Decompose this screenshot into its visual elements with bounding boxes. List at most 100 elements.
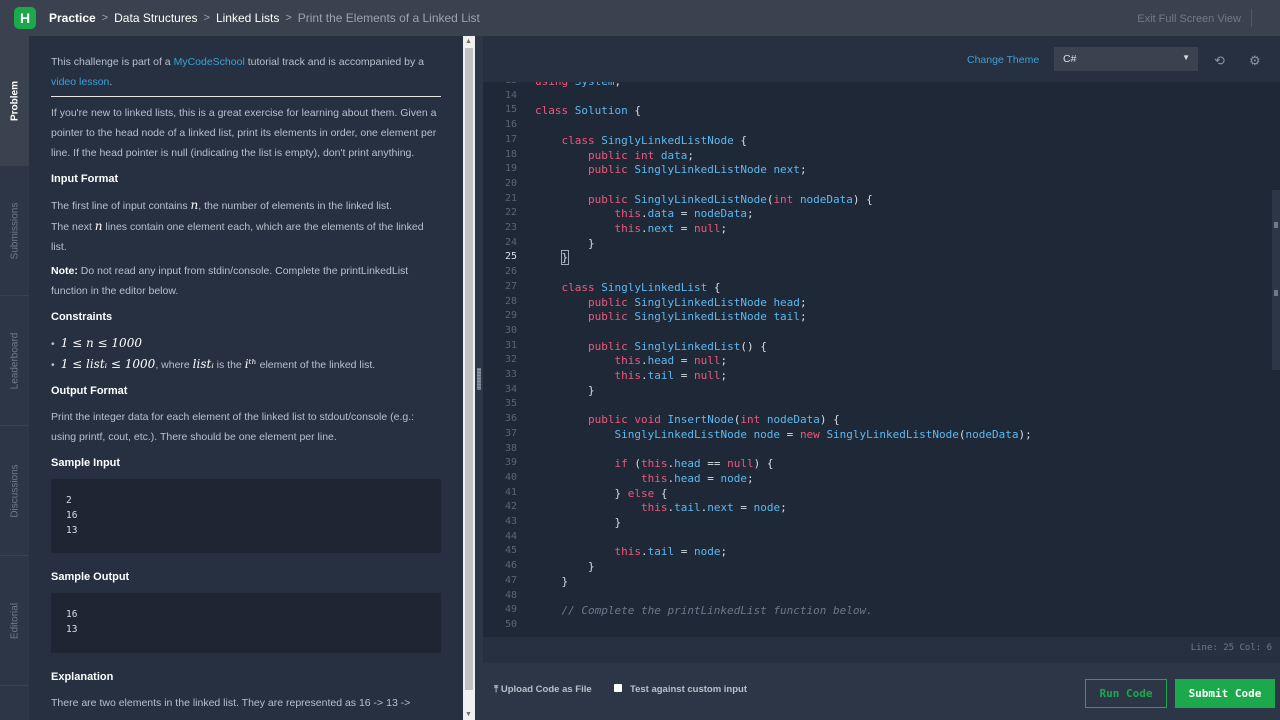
code-line[interactable]: 27 class SinglyLinkedList {	[483, 281, 1280, 296]
code-text: }	[535, 574, 569, 588]
code-line[interactable]: 41 } else {	[483, 487, 1280, 502]
code-line[interactable]: 45 this.tail = node;	[483, 545, 1280, 560]
code-line[interactable]: 42 this.tail.next = node;	[483, 501, 1280, 516]
intro-text: tutorial track and is accompanied by a	[244, 56, 424, 68]
line-number: 49	[504, 604, 517, 616]
line-number: 48	[504, 589, 517, 601]
run-code-button[interactable]: Run Code	[1085, 679, 1167, 708]
code-text: public int data;	[587, 148, 694, 162]
code-text: } else {	[535, 486, 668, 500]
scroll-down-arrow-icon[interactable]: ▼	[465, 711, 472, 718]
tab-submissions[interactable]: Submissions	[0, 166, 29, 296]
language-select[interactable]: C# ▼	[1054, 47, 1198, 71]
code-area[interactable]: 13 using System; 14 15 class Solution {16 17 …	[483, 82, 1280, 673]
tab-discussions[interactable]: Discussions	[0, 426, 29, 556]
mycodeschool-link[interactable]: MyCodeSchool	[174, 56, 245, 68]
code-line[interactable]: 28 public SinglyLinkedListNode head;	[483, 296, 1280, 311]
code-line[interactable]: 47 }	[483, 575, 1280, 590]
code-line[interactable]: 29 public SinglyLinkedListNode tail;	[483, 310, 1280, 325]
restore-code-icon[interactable]: ⟲	[1214, 53, 1225, 69]
editor-scroll-marker	[1274, 290, 1278, 296]
custom-input-label[interactable]: Test against custom input	[630, 684, 747, 695]
top-navigation-bar: H Practice > Data Structures > Linked Li…	[0, 0, 1280, 36]
code-line[interactable]: 48	[483, 590, 1280, 605]
line-number: 41	[504, 486, 517, 498]
line-number: 43	[504, 516, 517, 527]
toolbar-divider	[1251, 9, 1252, 27]
explanation-text: There are two elements in the linked lis…	[51, 697, 411, 709]
code-line[interactable]: 23 this.next = null;	[483, 222, 1280, 237]
tab-leaderboard-label: Leaderboard	[9, 332, 20, 389]
explanation-heading: Explanation	[51, 671, 114, 683]
tab-leaderboard[interactable]: Leaderboard	[0, 296, 29, 426]
code-text: this.head = null;	[614, 354, 728, 368]
breadcrumb-separator-icon: >	[203, 12, 210, 24]
divider	[51, 96, 441, 97]
breadcrumb-practice[interactable]: Practice	[49, 11, 96, 25]
input-format-line: The first line of input contains n, the …	[51, 195, 441, 216]
gear-icon[interactable]: ⚙	[1249, 53, 1261, 69]
submit-code-button[interactable]: Submit Code	[1175, 679, 1275, 708]
code-text: if (this.head == null) {	[614, 457, 774, 471]
problem-scrollbar-thumb[interactable]	[465, 48, 473, 690]
code-line[interactable]: 26	[483, 266, 1280, 281]
code-line[interactable]: 24 }	[483, 237, 1280, 252]
code-line[interactable]: 14	[483, 90, 1280, 105]
breadcrumb-data-structures[interactable]: Data Structures	[114, 11, 197, 25]
hackerrank-logo-icon[interactable]: H	[14, 7, 36, 29]
code-line[interactable]: 34 }	[483, 384, 1280, 399]
code-line[interactable]: 32 this.head = null;	[483, 354, 1280, 369]
code-line[interactable]: 20	[483, 178, 1280, 193]
tab-problem-label: Problem	[9, 80, 20, 121]
code-line[interactable]: 21 public SinglyLinkedListNode(int nodeD…	[483, 193, 1280, 208]
code-line[interactable]: 36 public void InsertNode(int nodeData) …	[483, 413, 1280, 428]
code-text: }	[535, 236, 595, 250]
code-line[interactable]: 46 }	[483, 560, 1280, 575]
code-line[interactable]: 13 using System;	[483, 82, 1280, 90]
problem-scrollbar[interactable]: ▲ ▼	[463, 36, 475, 720]
editor-scrollbar[interactable]	[1272, 190, 1280, 370]
code-line[interactable]: 40 this.head = node;	[483, 472, 1280, 487]
exit-fullscreen-link[interactable]: Exit Full Screen View	[1137, 13, 1241, 25]
input-format-line: The next n lines contain one element eac…	[51, 216, 441, 257]
line-number: 19	[504, 163, 517, 175]
tab-editorial[interactable]: Editorial	[0, 556, 29, 686]
code-text: public SinglyLinkedListNode(int nodeData…	[587, 192, 873, 206]
code-line[interactable]: 39 if (this.head == null) {	[483, 457, 1280, 472]
code-line[interactable]: 19 public SinglyLinkedListNode next;	[483, 163, 1280, 178]
code-line[interactable]: 18 public int data;	[483, 149, 1280, 164]
code-line[interactable]: 15 class Solution {	[483, 104, 1280, 119]
code-line[interactable]: 17 class SinglyLinkedListNode {	[483, 134, 1280, 149]
change-theme-link[interactable]: Change Theme	[967, 54, 1039, 66]
code-line[interactable]: 38	[483, 443, 1280, 458]
line-number: 18	[504, 148, 517, 160]
line-number: 37	[504, 427, 517, 439]
tab-problem[interactable]: Problem	[0, 36, 29, 166]
code-line[interactable]: 44	[483, 531, 1280, 546]
code-line[interactable]: 30	[483, 325, 1280, 340]
code-line[interactable]: 16	[483, 119, 1280, 134]
code-text: public SinglyLinkedListNode head;	[587, 295, 807, 309]
custom-input-checkbox[interactable]	[614, 684, 622, 692]
code-line[interactable]: 50	[483, 619, 1280, 634]
breadcrumb-separator-icon: >	[101, 12, 109, 24]
video-lesson-link[interactable]: video lesson	[51, 76, 109, 88]
code-line[interactable]: 37 SinglyLinkedListNode node = new Singl…	[483, 428, 1280, 443]
breadcrumb-current-challenge: Print the Elements of a Linked List	[297, 11, 480, 25]
code-text: public SinglyLinkedList() {	[587, 339, 767, 353]
code-line[interactable]: 22 this.data = nodeData;	[483, 207, 1280, 222]
code-text: class Solution {	[535, 104, 641, 118]
upload-code-button[interactable]: ⤒ Upload Code as File	[494, 684, 592, 695]
code-line[interactable]: 25 }	[483, 250, 1280, 266]
code-text: }	[535, 560, 595, 574]
scroll-up-arrow-icon[interactable]: ▲	[465, 38, 472, 45]
code-line[interactable]: 35	[483, 398, 1280, 413]
splitter-grip-icon[interactable]	[477, 368, 481, 390]
breadcrumb-linked-lists[interactable]: Linked Lists	[216, 11, 279, 25]
code-line[interactable]: 33 this.tail = null;	[483, 369, 1280, 384]
editor-status-bar: Line: 25 Col: 6	[483, 637, 1280, 663]
code-text: this.data = nodeData;	[614, 207, 754, 221]
code-line[interactable]: 43 }	[483, 516, 1280, 531]
code-line[interactable]: 31 public SinglyLinkedList() {	[483, 340, 1280, 355]
code-line[interactable]: 49 // Complete the printLinkedList funct…	[483, 604, 1280, 619]
